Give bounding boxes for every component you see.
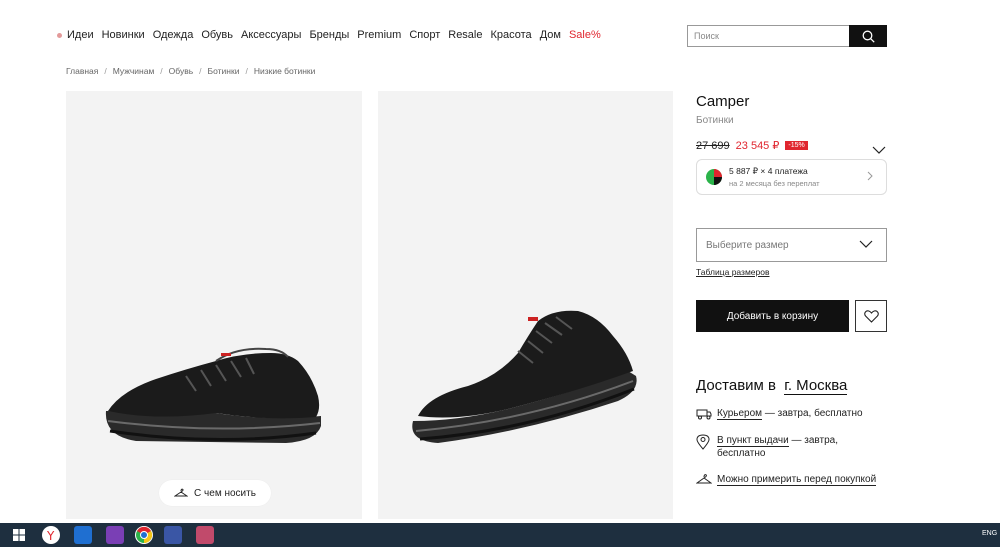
product-photo-angle[interactable] — [378, 91, 673, 519]
app-icon-blue[interactable] — [74, 526, 92, 544]
nav-item-brands[interactable]: Бренды — [309, 29, 349, 41]
search-icon — [862, 30, 875, 43]
delivery-title: Доставим в г. Москва — [696, 377, 848, 395]
save-app-icon[interactable] — [164, 526, 182, 544]
breadcrumb-low-boots[interactable]: Низкие ботинки — [254, 66, 316, 76]
nav-item-sport[interactable]: Спорт — [409, 29, 440, 41]
map-pin-icon — [696, 434, 710, 450]
nav-item-sale[interactable]: Sale% — [569, 29, 601, 41]
nav-item-shoes[interactable]: Обувь — [201, 29, 233, 41]
svg-text:Y: Y — [46, 529, 55, 543]
app-icon-purple[interactable] — [106, 526, 124, 544]
add-to-cart-button[interactable]: Добавить в корзину — [696, 300, 849, 332]
size-select[interactable]: Выберите размер — [696, 228, 887, 262]
what-to-wear-button[interactable]: С чем носить — [159, 480, 271, 506]
nav-item-clothes[interactable]: Одежда — [153, 29, 194, 41]
nav-item-home[interactable]: Дом — [540, 29, 561, 41]
nav-item-premium[interactable]: Premium — [357, 29, 401, 41]
chevron-down-icon — [859, 240, 873, 248]
installments-amount: 5 887 ₽ × 4 платежа — [729, 166, 808, 176]
nav-item-beauty[interactable]: Красота — [491, 29, 532, 41]
breadcrumb-separator: / — [199, 66, 202, 76]
os-taskbar: Y ENG — [0, 523, 1000, 547]
hanger-icon — [696, 474, 712, 484]
pickup-link[interactable]: В пункт выдачи — [717, 435, 789, 447]
search-bar — [687, 25, 887, 47]
nav-item-resale[interactable]: Resale — [448, 29, 482, 41]
chrome-icon[interactable] — [135, 526, 153, 544]
size-select-placeholder: Выберите размер — [706, 239, 789, 251]
active-app-icon[interactable] — [196, 526, 214, 544]
price-row: 27 699 23 545 ₽ -15% — [696, 139, 808, 152]
size-table-link[interactable]: Таблица размеров — [696, 267, 770, 277]
breadcrumb-shoes[interactable]: Обувь — [169, 66, 194, 76]
main-nav: Идеи Новинки Одежда Обувь Аксессуары Бре… — [57, 27, 601, 43]
installments-terms: на 2 месяца без переплат — [729, 179, 820, 188]
breadcrumb: Главная / Мужчинам / Обувь / Ботинки / Н… — [66, 66, 315, 76]
breadcrumb-separator: / — [104, 66, 107, 76]
favorite-button[interactable] — [855, 300, 887, 332]
installments-pie-icon — [706, 169, 722, 185]
hanger-icon — [174, 488, 189, 498]
new-price: 23 545 ₽ — [735, 140, 780, 152]
search-input[interactable] — [687, 25, 849, 47]
courier-link[interactable]: Курьером — [717, 408, 763, 420]
yandex-browser-icon[interactable]: Y — [42, 526, 60, 544]
product-photo-side[interactable] — [66, 91, 362, 519]
nav-item-ideas[interactable]: Идеи — [67, 29, 94, 41]
breadcrumb-boots[interactable]: Ботинки — [208, 66, 240, 76]
breadcrumb-men[interactable]: Мужчинам — [113, 66, 155, 76]
product-brand[interactable]: Camper — [696, 93, 749, 110]
search-button[interactable] — [849, 25, 887, 47]
nav-dot — [57, 32, 62, 38]
windows-start-icon[interactable] — [10, 526, 28, 544]
nav-item-accessories[interactable]: Аксессуары — [241, 29, 301, 41]
installments-card[interactable]: 5 887 ₽ × 4 платежа на 2 месяца без пере… — [696, 159, 887, 195]
breadcrumb-home[interactable]: Главная — [66, 66, 98, 76]
price-details-toggle[interactable] — [872, 141, 886, 159]
what-to-wear-label: С чем носить — [194, 487, 256, 499]
chevron-down-icon — [872, 146, 886, 154]
heart-icon — [863, 309, 879, 323]
delivery-city-link[interactable]: г. Москва — [784, 377, 848, 395]
delivery-title-text: Доставим в — [696, 377, 777, 394]
shoe-angle-image — [412, 310, 637, 443]
discount-badge: -15% — [785, 141, 808, 150]
truck-icon — [696, 409, 712, 420]
chevron-right-icon — [867, 171, 873, 181]
courier-terms: — завтра, бесплатно — [762, 408, 863, 419]
fitting-link[interactable]: Можно примерить перед покупкой — [717, 474, 877, 486]
old-price: 27 699 — [696, 139, 730, 152]
shoe-side-image — [105, 347, 321, 443]
nav-item-new[interactable]: Новинки — [102, 29, 145, 41]
language-indicator[interactable]: ENG — [982, 530, 997, 537]
product-category: Ботинки — [696, 115, 734, 126]
breadcrumb-separator: / — [160, 66, 163, 76]
breadcrumb-separator: / — [245, 66, 248, 76]
